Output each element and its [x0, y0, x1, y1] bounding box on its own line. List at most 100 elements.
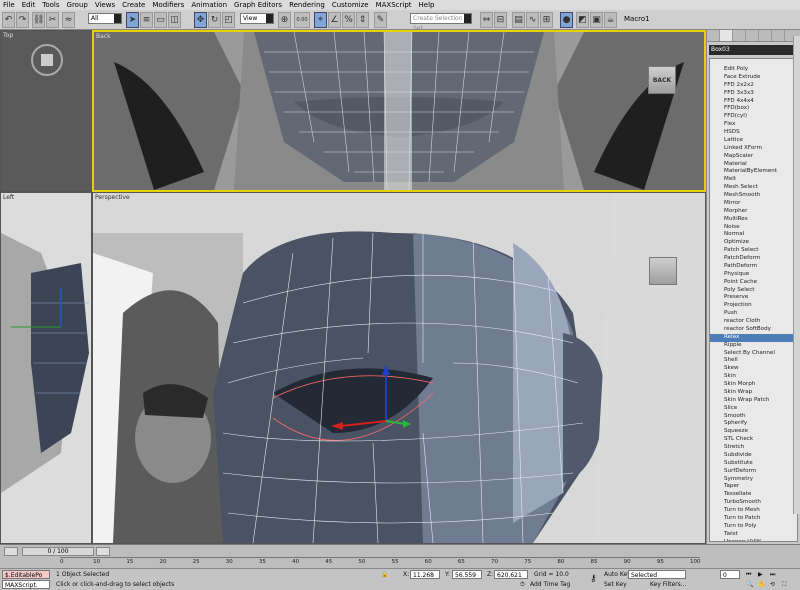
- viewport-back-label[interactable]: Back: [96, 33, 111, 40]
- select-object-icon[interactable]: ➤: [126, 12, 139, 28]
- rect-select-icon[interactable]: ▭: [154, 12, 167, 28]
- modifier-item[interactable]: Taper: [710, 483, 797, 491]
- modifier-item[interactable]: Smooth: [710, 413, 797, 421]
- menu-edit[interactable]: Edit: [22, 1, 36, 9]
- viewport-back[interactable]: Back BACK: [92, 30, 706, 192]
- modifier-item[interactable]: Skin Wrap Patch: [710, 397, 797, 405]
- auto-key-button[interactable]: Auto Key: [604, 570, 631, 579]
- named-selection-dropdown[interactable]: Create Selection Set: [410, 13, 472, 32]
- modifier-item[interactable]: Face Extrude: [710, 74, 797, 82]
- object-name-field[interactable]: Box03: [709, 45, 797, 55]
- modifier-item[interactable]: PathDeform: [710, 263, 797, 271]
- lock-icon[interactable]: 🔒: [381, 570, 388, 579]
- viewport-top[interactable]: Top: [0, 30, 92, 192]
- curve-editor-icon[interactable]: ∿: [526, 12, 539, 28]
- create-tab-icon[interactable]: [707, 30, 720, 41]
- selection-filter-dropdown[interactable]: All: [88, 13, 122, 24]
- timeline-track[interactable]: 0 10 15 20 25 30 35 40 45 50 55 60 65 70 75 80 85 90 95 100: [60, 557, 701, 567]
- modifier-item[interactable]: MultiRes: [710, 216, 797, 224]
- menu-group[interactable]: Group: [67, 1, 88, 9]
- motion-tab-icon[interactable]: [746, 30, 759, 41]
- percent-snap-icon[interactable]: %: [342, 12, 355, 28]
- modifier-item[interactable]: Flex: [710, 121, 797, 129]
- modifier-item[interactable]: Projection: [710, 302, 797, 310]
- mirror-icon[interactable]: ⇔: [480, 12, 493, 28]
- key-set-dropdown[interactable]: Selected: [628, 570, 686, 579]
- viewcube-ring-icon[interactable]: [31, 44, 63, 76]
- modifier-item[interactable]: Slice: [710, 405, 797, 413]
- modifier-item[interactable]: reactor Cloth: [710, 318, 797, 326]
- modifier-item[interactable]: Physique: [710, 271, 797, 279]
- modifier-item[interactable]: Relax: [710, 333, 797, 342]
- viewport-perspective[interactable]: Perspective: [92, 192, 706, 544]
- menu-create[interactable]: Create: [122, 1, 145, 9]
- modifier-item[interactable]: TurboSmooth: [710, 499, 797, 507]
- menu-views[interactable]: Views: [95, 1, 115, 9]
- set-key-button[interactable]: Set Key: [604, 580, 627, 589]
- x-coordinate-field[interactable]: 11.268: [410, 570, 440, 579]
- modifier-item[interactable]: Skin Wrap: [710, 389, 797, 397]
- redo-icon[interactable]: ↷: [16, 12, 29, 28]
- modifier-item[interactable]: Select By Channel: [710, 350, 797, 358]
- modifier-item[interactable]: Turn to Patch: [710, 515, 797, 523]
- reference-coord-dropdown[interactable]: View: [240, 13, 274, 24]
- go-to-end-icon[interactable]: ⏭: [770, 570, 775, 579]
- modifier-item[interactable]: Lattice: [710, 137, 797, 145]
- utilities-tab-icon[interactable]: [772, 30, 785, 41]
- menu-file[interactable]: File: [3, 1, 15, 9]
- schematic-view-icon[interactable]: ⊞: [540, 12, 553, 28]
- modifier-item[interactable]: FFD(cyl): [710, 113, 797, 121]
- modifier-item[interactable]: Turn to Poly: [710, 523, 797, 531]
- pivot-center-icon[interactable]: ⊕: [278, 12, 291, 28]
- next-frame-icon[interactable]: ▶: [96, 547, 110, 556]
- menu-rendering[interactable]: Rendering: [289, 1, 325, 9]
- modifier-item[interactable]: Squeeze: [710, 428, 797, 436]
- modify-tab-icon[interactable]: [720, 30, 733, 41]
- angle-snap-icon[interactable]: ∠: [328, 12, 341, 28]
- viewcube-back[interactable]: BACK: [648, 66, 676, 94]
- modifier-item[interactable]: MeshSmooth: [710, 192, 797, 200]
- angle-spinner[interactable]: 0.00: [294, 12, 310, 28]
- play-icon[interactable]: ▶: [758, 570, 763, 579]
- viewcube-perspective[interactable]: [649, 257, 677, 285]
- modifier-item[interactable]: Turn to Mesh: [710, 507, 797, 515]
- modifier-item[interactable]: Preserve: [710, 294, 797, 302]
- prev-frame-icon[interactable]: ◀: [4, 547, 18, 556]
- rendered-frame-icon[interactable]: ▣: [590, 12, 603, 28]
- modifier-item[interactable]: Ripple: [710, 342, 797, 350]
- modifier-item[interactable]: STL Check: [710, 436, 797, 444]
- modifier-item[interactable]: Morpher: [710, 208, 797, 216]
- select-by-name-icon[interactable]: ≡: [140, 12, 153, 28]
- go-to-start-icon[interactable]: ⏮: [746, 570, 751, 579]
- menu-customize[interactable]: Customize: [332, 1, 369, 9]
- menu-graph-editors[interactable]: Graph Editors: [234, 1, 282, 9]
- spinner-snap-icon[interactable]: ⇕: [356, 12, 369, 28]
- modifier-item[interactable]: MapScaler: [710, 153, 797, 161]
- modifier-item[interactable]: PatchDeform: [710, 255, 797, 263]
- undo-icon[interactable]: ↶: [2, 12, 15, 28]
- zoom-icon[interactable]: 🔍: [746, 580, 753, 589]
- key-icon[interactable]: ⚷: [590, 575, 597, 584]
- hierarchy-tab-icon[interactable]: [733, 30, 746, 41]
- current-frame-field[interactable]: 0: [720, 570, 740, 579]
- render-setup-icon[interactable]: ◩: [576, 12, 589, 28]
- modifier-item[interactable]: Melt: [710, 176, 797, 184]
- scale-icon[interactable]: ◰: [222, 12, 235, 28]
- modifier-item[interactable]: Skin: [710, 373, 797, 381]
- rotate-icon[interactable]: ↻: [208, 12, 221, 28]
- align-icon[interactable]: ⊟: [494, 12, 507, 28]
- modifier-item[interactable]: Tessellate: [710, 491, 797, 499]
- modifier-item[interactable]: Mirror: [710, 200, 797, 208]
- modifier-item[interactable]: Stretch: [710, 444, 797, 452]
- modifier-item[interactable]: MaterialByElement: [710, 168, 797, 176]
- edit-named-sel-icon[interactable]: ✎: [374, 12, 387, 28]
- modifier-item[interactable]: Unwrap UVW: [710, 539, 797, 542]
- modifier-item[interactable]: Poly Select: [710, 287, 797, 295]
- modifier-item[interactable]: Spherify: [710, 420, 797, 428]
- display-tab-icon[interactable]: [759, 30, 772, 41]
- modifier-item[interactable]: Push: [710, 310, 797, 318]
- modifier-item[interactable]: reactor SoftBody: [710, 326, 797, 334]
- modifier-list-scrollbar[interactable]: [793, 36, 800, 514]
- modifier-item[interactable]: SurfDeform: [710, 468, 797, 476]
- modifier-item[interactable]: FFD(box): [710, 105, 797, 113]
